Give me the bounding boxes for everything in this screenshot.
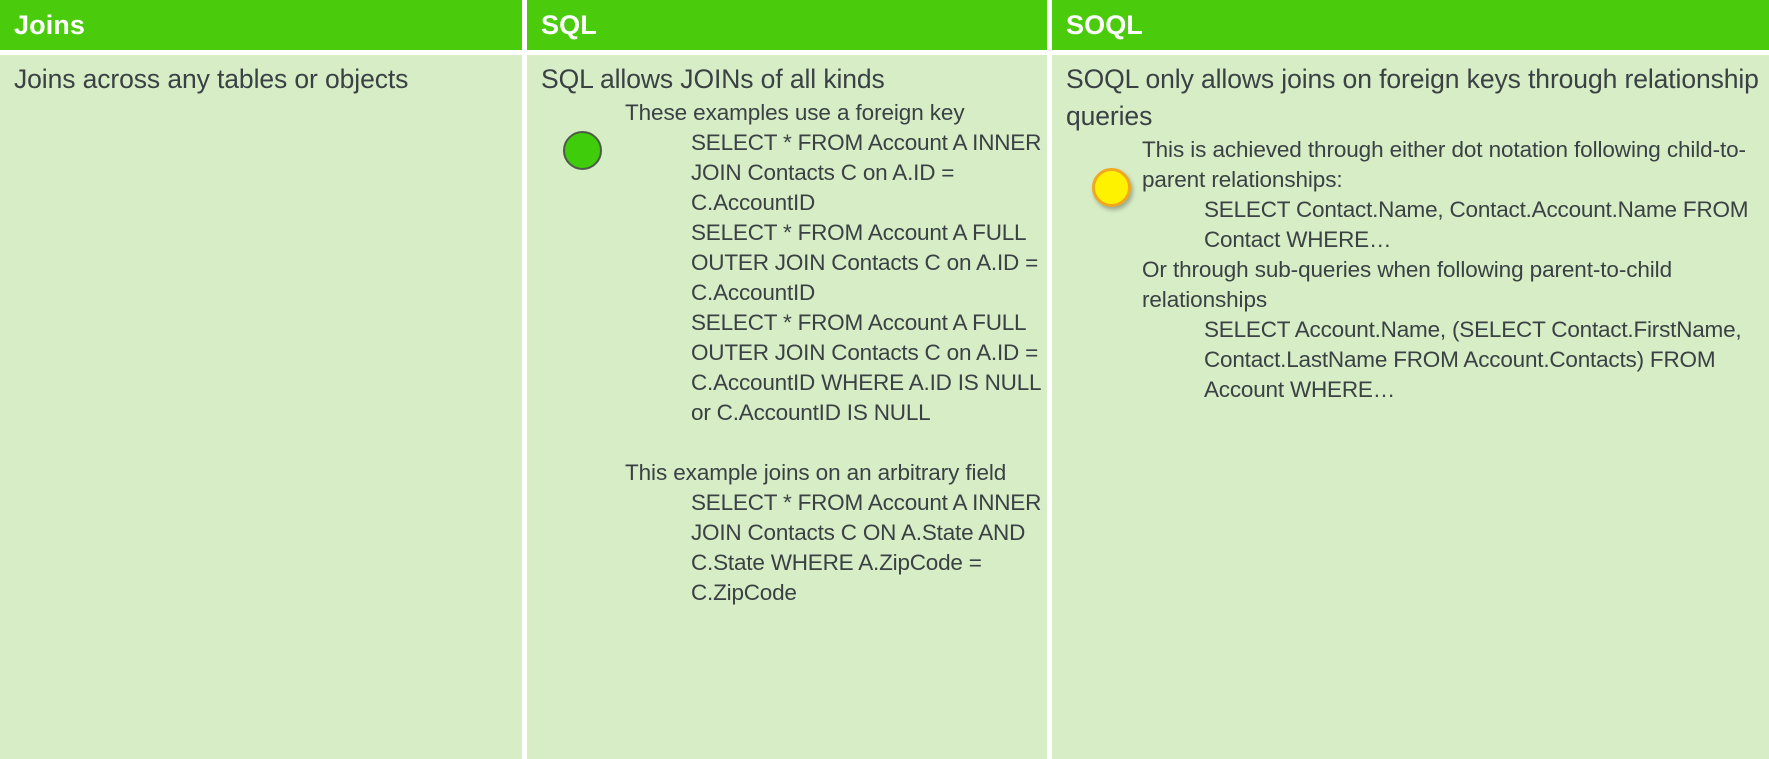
soql-code-1: SELECT Contact.Name, Contact.Account.Nam… xyxy=(1204,197,1755,252)
column-header-sql: SQL xyxy=(527,0,1047,50)
soql-note-1: This is achieved through either dot nota… xyxy=(1142,137,1746,192)
soql-code-2: SELECT Account.Name, (SELECT Contact.Fir… xyxy=(1204,317,1748,402)
soql-lead-text: SOQL only allows joins on foreign keys t… xyxy=(1066,64,1767,131)
sql-detail-block: These examples use a foreign key SELECT … xyxy=(541,98,1043,608)
sql-note-2: This example joins on an arbitrary field xyxy=(625,460,1007,485)
sql-note-1: These examples use a foreign key xyxy=(625,100,965,125)
sql-code-2: SELECT * FROM Account A FULL OUTER JOIN … xyxy=(691,220,1045,305)
sql-lead-text: SQL allows JOINs of all kinds xyxy=(541,64,885,94)
joins-lead-text: Joins across any tables or objects xyxy=(14,64,409,94)
soql-detail-block: This is achieved through either dot nota… xyxy=(1066,135,1765,405)
table-body-row: Joins across any tables or objects SQL a… xyxy=(0,55,1769,759)
green-circle-bullet-icon xyxy=(563,131,602,170)
column-header-soql: SOQL xyxy=(1052,0,1769,50)
cell-soql: SOQL only allows joins on foreign keys t… xyxy=(1052,55,1769,759)
cell-joins-content: Joins across any tables or objects xyxy=(0,61,522,98)
sql-code-3: SELECT * FROM Account A FULL OUTER JOIN … xyxy=(691,310,1047,425)
cell-soql-content: SOQL only allows joins on foreign keys t… xyxy=(1052,61,1769,405)
sql-code-4: SELECT * FROM Account A INNER JOIN Conta… xyxy=(691,490,1047,605)
sql-spacer xyxy=(625,428,1043,458)
table-header-row: Joins SQL SOQL xyxy=(0,0,1769,50)
soql-note-2: Or through sub-queries when following pa… xyxy=(1142,257,1679,312)
comparison-table: Joins SQL SOQL Joins across any tables o… xyxy=(0,0,1769,759)
column-header-joins: Joins xyxy=(0,0,522,50)
yellow-circle-bullet-icon xyxy=(1092,168,1131,207)
cell-sql-content: SQL allows JOINs of all kinds These exam… xyxy=(527,61,1047,608)
cell-joins: Joins across any tables or objects xyxy=(0,55,522,759)
sql-code-1: SELECT * FROM Account A INNER JOIN Conta… xyxy=(691,130,1047,215)
cell-sql: SQL allows JOINs of all kinds These exam… xyxy=(527,55,1047,759)
